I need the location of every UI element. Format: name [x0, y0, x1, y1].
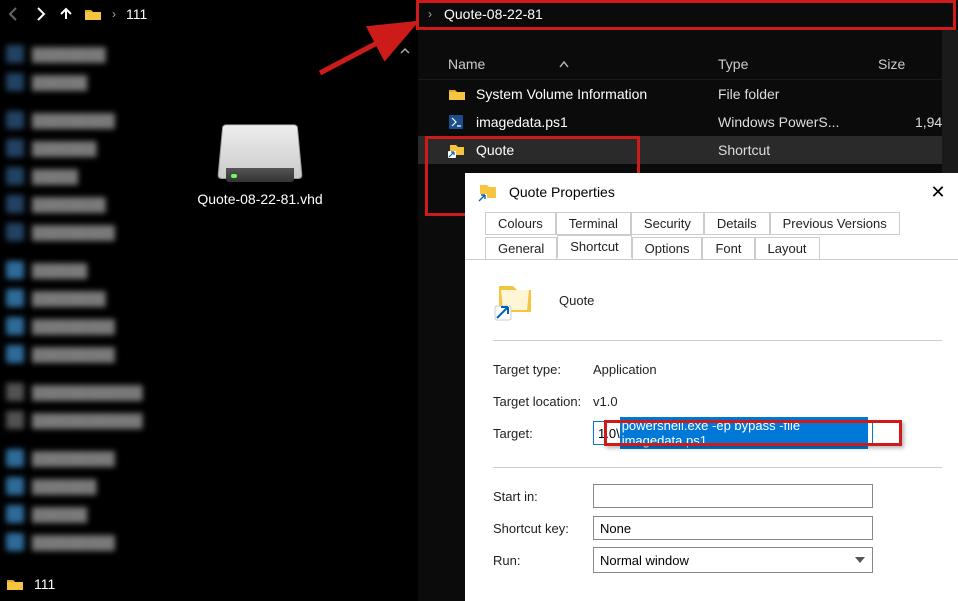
shortcut-tab-panel: Quote Target type: Application Target lo… [465, 259, 958, 576]
tab-security[interactable]: Security [631, 212, 704, 235]
startin-label: Start in: [493, 489, 593, 504]
sidebar-item[interactable]: ████████ [0, 40, 165, 68]
sidebar-item-active[interactable]: 111 [6, 576, 55, 592]
tab-options[interactable]: Options [632, 237, 703, 259]
startin-input[interactable] [593, 484, 873, 508]
tab-shortcut[interactable]: Shortcut [557, 235, 631, 259]
folder-icon [84, 7, 102, 21]
nav-forward-icon[interactable] [32, 6, 48, 22]
sidebar-active-label: 111 [34, 576, 55, 592]
properties-dialog: Quote Properties ✕ Colours Terminal Secu… [465, 173, 958, 601]
sidebar-item[interactable]: █████████ [0, 106, 165, 134]
dialog-title: Quote Properties [509, 184, 615, 200]
sidebar-item[interactable]: ████████████ [0, 378, 165, 406]
target-location-value: v1.0 [593, 394, 942, 409]
sidebar-item[interactable]: █████████ [0, 528, 165, 556]
sidebar-item[interactable]: ████████████ [0, 406, 165, 434]
column-header-name[interactable]: Name [418, 56, 718, 72]
tab-colours[interactable]: Colours [485, 212, 556, 235]
breadcrumb-sep-icon: › [112, 7, 116, 21]
target-selected-text: powershell.exe -ep bypass -file imagedat… [620, 417, 868, 449]
breadcrumb-sep-icon: › [428, 7, 432, 21]
target-input[interactable]: 1.0\powershell.exe -ep bypass -file imag… [593, 421, 873, 445]
sidebar-item[interactable]: ███████ [0, 472, 165, 500]
run-label: Run: [493, 553, 593, 568]
run-select[interactable]: Normal window [593, 547, 873, 573]
tab-terminal[interactable]: Terminal [556, 212, 631, 235]
folder-icon [6, 577, 24, 591]
sidebar-item[interactable]: █████ [0, 162, 165, 190]
breadcrumb-folder[interactable]: 111 [126, 6, 147, 22]
shortcut-name: Quote [559, 293, 594, 308]
tab-strip: Colours Terminal Security Details Previo… [465, 211, 958, 259]
file-tile-label: Quote-08-22-81.vhd [180, 190, 340, 208]
target-type-value: Application [593, 362, 942, 377]
tab-previous-versions[interactable]: Previous Versions [770, 212, 900, 235]
sidebar-item[interactable]: █████████ [0, 218, 165, 246]
sidebar-item[interactable]: █████████ [0, 444, 165, 472]
tab-font[interactable]: Font [702, 237, 754, 259]
tab-layout[interactable]: Layout [755, 237, 820, 259]
shortcut-icon [477, 181, 499, 203]
nav-back-icon[interactable] [6, 6, 22, 22]
address-bar-right: › Quote-08-22-81 [418, 0, 958, 28]
sidebar-item[interactable]: ████████ [0, 190, 165, 218]
file-row-type: Shortcut [718, 142, 878, 158]
sidebar-tree[interactable]: ████████ ██████ █████████ ███████ █████ … [0, 40, 165, 556]
close-icon[interactable]: ✕ [924, 181, 952, 205]
shortcutkey-input[interactable] [593, 516, 873, 540]
left-explorer-window: › 111 ████████ ██████ █████████ ███████ … [0, 0, 415, 601]
file-row-folder[interactable]: System Volume Information File folder [418, 80, 958, 108]
file-row-ps1[interactable]: imagedata.ps1 Windows PowerS... 1,941 [418, 108, 958, 136]
target-location-label: Target location: [493, 394, 593, 409]
annotation-arrow-icon [315, 18, 425, 78]
file-row-shortcut[interactable]: Quote Shortcut 2 [418, 136, 958, 164]
tab-details[interactable]: Details [704, 212, 770, 235]
sidebar-item[interactable]: ████████ [0, 284, 165, 312]
vhd-drive-icon [220, 120, 300, 180]
breadcrumb-title-right[interactable]: Quote-08-22-81 [444, 6, 543, 22]
file-row-name: Quote [476, 142, 514, 158]
file-row-type: Windows PowerS... [718, 114, 878, 130]
ps1-file-icon [448, 114, 466, 130]
sidebar-item[interactable]: █████████ [0, 340, 165, 368]
target-prefix: 1.0\ [598, 426, 620, 441]
sidebar-item[interactable]: ██████ [0, 256, 165, 284]
column-header-type[interactable]: Type [718, 56, 878, 72]
folder-icon [448, 86, 466, 102]
target-label: Target: [493, 426, 593, 441]
sidebar-item[interactable]: ███████ [0, 134, 165, 162]
sidebar-item[interactable]: ██████ [0, 500, 165, 528]
file-row-name: System Volume Information [476, 86, 647, 102]
file-tile-vhd[interactable]: Quote-08-22-81.vhd [180, 120, 340, 208]
tab-general[interactable]: General [485, 237, 557, 259]
nav-up-icon[interactable] [58, 6, 74, 22]
target-type-label: Target type: [493, 362, 593, 377]
file-row-name: imagedata.ps1 [476, 114, 568, 130]
column-header-row: Name Type Size [418, 48, 958, 80]
file-row-type: File folder [718, 86, 878, 102]
shortcut-icon [493, 278, 537, 322]
shortcutkey-label: Shortcut key: [493, 521, 593, 536]
sidebar-item[interactable]: █████████ [0, 312, 165, 340]
shortcut-icon [448, 142, 466, 158]
dialog-titlebar[interactable]: Quote Properties ✕ [465, 173, 958, 211]
sidebar-item[interactable]: ██████ [0, 68, 165, 96]
sort-caret-icon [558, 58, 570, 72]
